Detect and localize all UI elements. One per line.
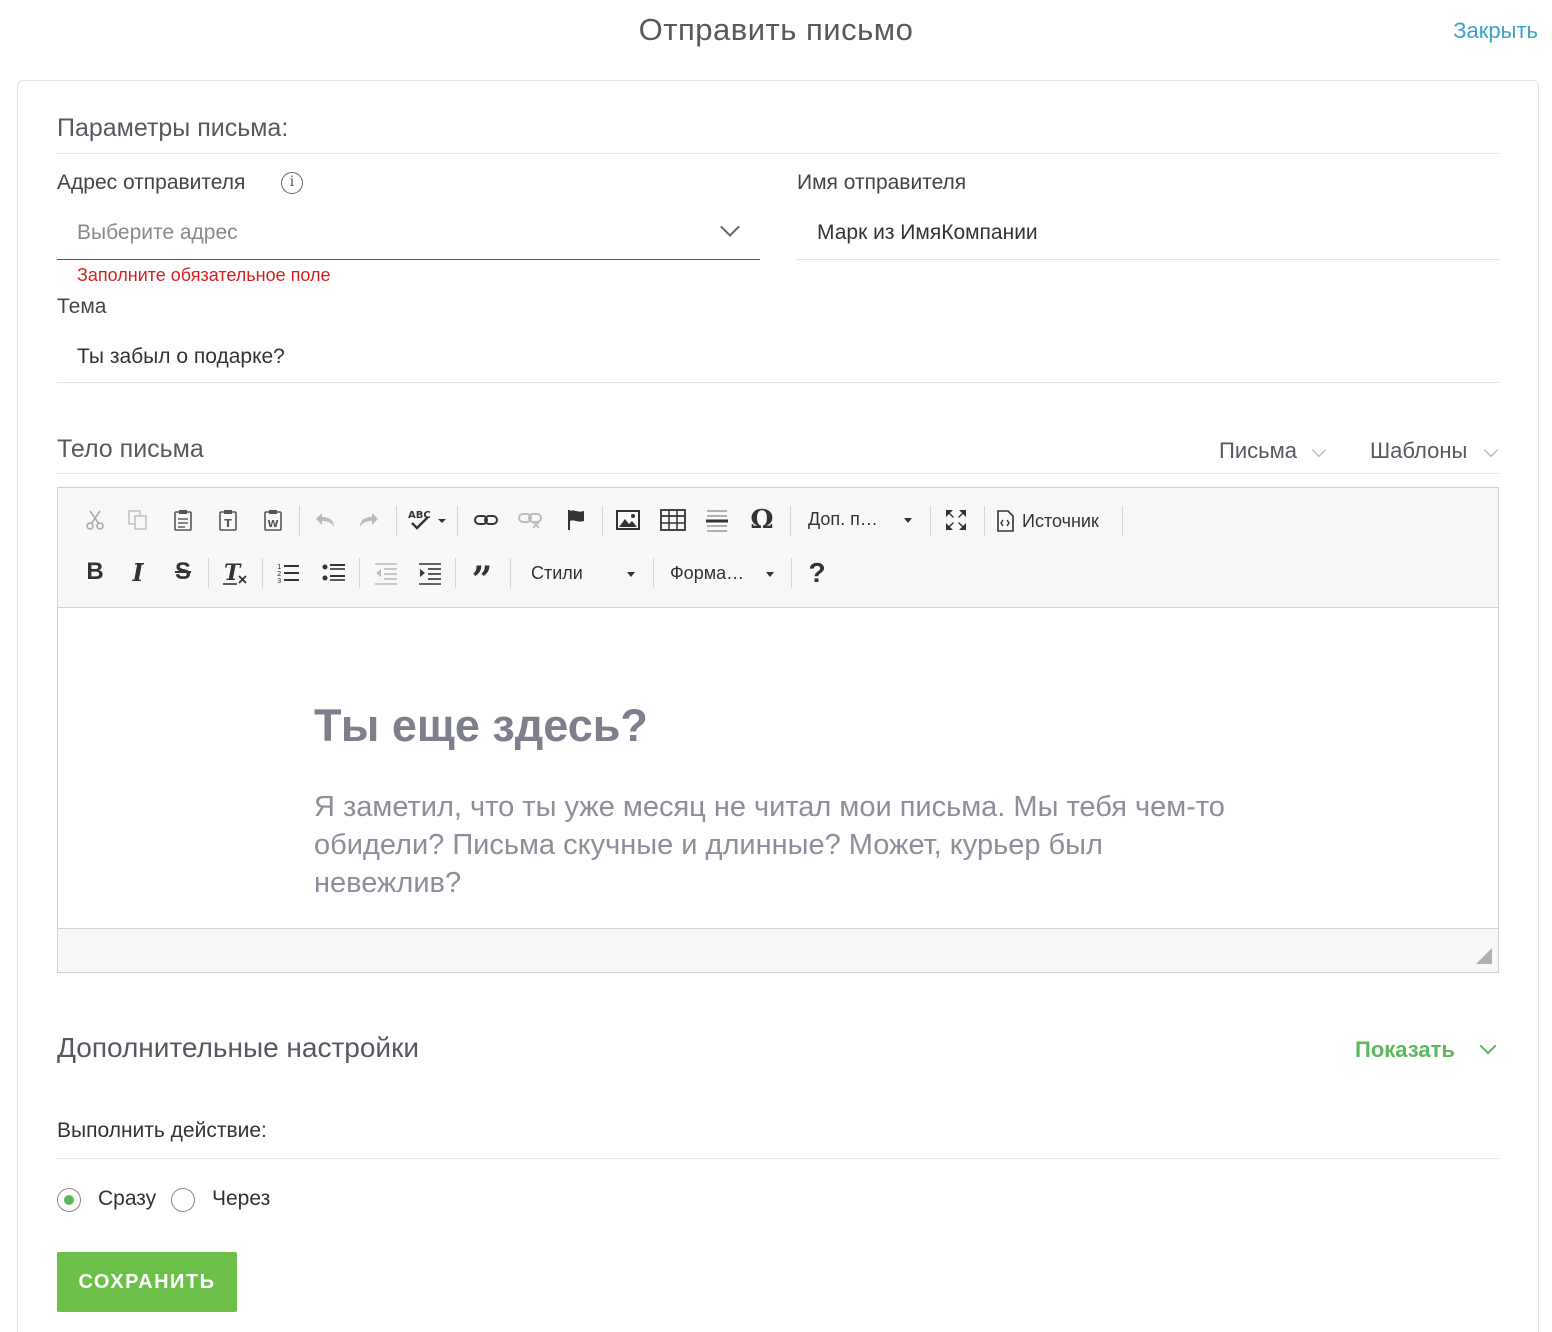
sender-address-placeholder: Выберите адрес: [77, 221, 238, 244]
redo-icon[interactable]: [356, 506, 382, 534]
radio-immediately-label: Сразу: [98, 1187, 157, 1210]
sender-name-value: Марк из ИмяКомпании: [817, 221, 1038, 244]
undo-icon[interactable]: [312, 506, 338, 534]
radio-after[interactable]: [171, 1188, 195, 1212]
show-advanced-link[interactable]: Показать: [1355, 1037, 1455, 1063]
info-icon[interactable]: i: [281, 172, 303, 194]
toolbar-separator: [984, 506, 985, 536]
radio-immediately[interactable]: [57, 1188, 81, 1212]
editor-content[interactable]: Ты еще здесь? Я заметил, что ты уже меся…: [58, 608, 1498, 928]
format-combo[interactable]: Форма…: [670, 563, 780, 587]
svg-text:W: W: [267, 519, 278, 530]
divider: [57, 153, 1499, 154]
unlink-icon[interactable]: [516, 506, 544, 534]
dropdown-arrow-icon: [627, 572, 635, 577]
action-label: Выполнить действие:: [57, 1119, 267, 1142]
toolbar-separator: [930, 506, 931, 536]
extra-combo-label: Доп. п…: [808, 509, 878, 529]
styles-combo[interactable]: Стили: [531, 563, 641, 587]
dialog-title: Отправить письмо: [638, 12, 914, 47]
dropdown-arrow-icon: [904, 518, 912, 523]
remove-format-icon[interactable]: T: [220, 558, 250, 588]
source-label: Источник: [1022, 510, 1099, 531]
toolbar-separator: [1122, 506, 1123, 536]
divider: [57, 1158, 1499, 1159]
image-icon[interactable]: [614, 506, 642, 534]
sender-address-label: Адрес отправителя: [57, 171, 246, 194]
editor-status-bar: [58, 928, 1498, 972]
spellcheck-icon[interactable]: ABC: [406, 506, 450, 534]
toolbar-separator: [602, 506, 603, 536]
extra-combo[interactable]: Доп. п…: [808, 509, 918, 533]
subject-label: Тема: [57, 295, 107, 318]
body-section-title: Тело письма: [57, 435, 204, 463]
sender-name-input[interactable]: Марк из ИмяКомпании: [797, 206, 1499, 260]
toolbar-separator: [791, 558, 792, 588]
sender-name-label: Имя отправителя: [797, 171, 967, 194]
source-button[interactable]: Источник: [996, 506, 1122, 536]
tab-templates[interactable]: Шаблоны: [1370, 438, 1467, 464]
toolbar-separator: [262, 558, 263, 588]
radio-after-label: Через: [212, 1187, 271, 1210]
subject-input[interactable]: Ты забыл о подарке?: [57, 330, 1499, 383]
params-section-title: Параметры письма:: [57, 114, 289, 142]
tab-letters[interactable]: Письма: [1219, 438, 1297, 464]
styles-label: Стили: [531, 563, 583, 583]
email-heading: Ты еще здесь?: [314, 700, 648, 751]
indent-icon[interactable]: [416, 558, 444, 588]
dropdown-arrow-icon: [766, 572, 774, 577]
blockquote-icon[interactable]: ”: [468, 558, 496, 601]
toolbar-separator: [790, 506, 791, 536]
source-icon: [996, 510, 1014, 532]
paste-text-icon[interactable]: T: [215, 506, 241, 534]
editor-toolbar: T W ABC Ω Доп. п… Источник B I S T 1 2 3…: [58, 488, 1498, 608]
link-icon[interactable]: [472, 506, 500, 534]
horizontal-line-icon[interactable]: [703, 506, 731, 536]
table-icon[interactable]: [658, 506, 688, 534]
save-button[interactable]: СОХРАНИТЬ: [57, 1252, 237, 1312]
outdent-icon[interactable]: [372, 558, 400, 588]
subject-value: Ты забыл о подарке?: [77, 345, 285, 368]
special-char-icon[interactable]: Ω: [748, 505, 776, 535]
strikethrough-icon[interactable]: S: [170, 558, 196, 586]
svg-text:3: 3: [277, 577, 281, 585]
toolbar-separator: [208, 558, 209, 588]
toolbar-separator: [359, 558, 360, 588]
rich-text-editor: T W ABC Ω Доп. п… Источник B I S T 1 2 3…: [57, 487, 1499, 973]
close-link[interactable]: Закрыть: [1453, 18, 1538, 44]
anchor-icon[interactable]: [562, 506, 590, 534]
advanced-settings-title: Дополнительные настройки: [57, 1032, 419, 1063]
sender-address-error: Заполните обязательное поле: [77, 265, 331, 285]
toolbar-separator: [510, 558, 511, 588]
maximize-icon[interactable]: [942, 506, 970, 534]
numbered-list-icon[interactable]: 123: [274, 558, 302, 588]
format-label: Форма…: [670, 563, 745, 583]
italic-icon[interactable]: I: [125, 558, 151, 587]
svg-text:T: T: [224, 517, 232, 530]
bold-icon[interactable]: B: [82, 558, 108, 586]
cut-icon[interactable]: [82, 506, 108, 534]
bulleted-list-icon[interactable]: [320, 558, 348, 588]
help-icon[interactable]: ?: [804, 557, 830, 588]
email-paragraph: Я заметил, что ты уже месяц не читал мои…: [314, 791, 1225, 899]
paste-icon[interactable]: [170, 506, 196, 534]
divider: [57, 473, 1499, 474]
toolbar-separator: [457, 506, 458, 536]
copy-icon[interactable]: [125, 506, 151, 534]
toolbar-separator: [396, 506, 397, 536]
toolbar-separator: [299, 506, 300, 536]
paste-word-icon[interactable]: W: [260, 506, 286, 534]
chevron-down-icon: [720, 217, 740, 237]
resize-handle-icon[interactable]: [1476, 948, 1492, 964]
sender-address-select[interactable]: Выберите адрес: [57, 206, 760, 260]
toolbar-separator: [455, 558, 456, 588]
toolbar-separator: [653, 558, 654, 588]
